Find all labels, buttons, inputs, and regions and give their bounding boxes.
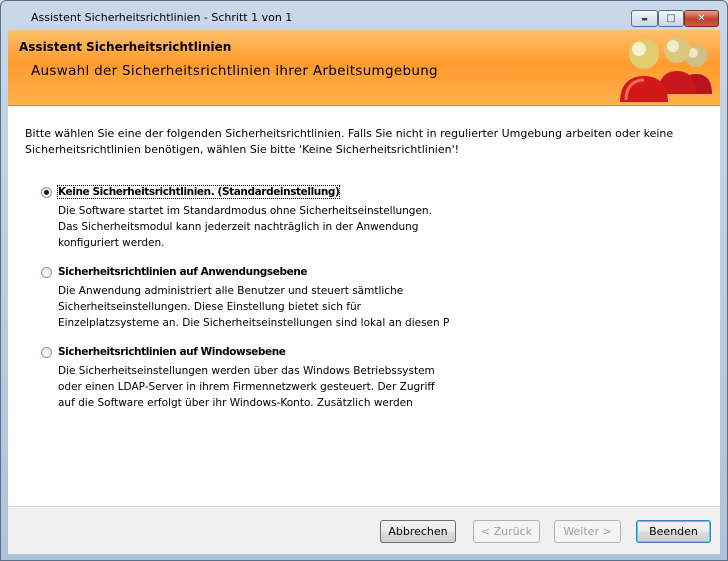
wizard-window: Assistent Sicherheitsrichtlinien - Schri… [0,0,728,561]
intro-line: Bitte wählen Sie eine der folgenden Sich… [25,127,674,140]
title-bar[interactable]: Assistent Sicherheitsrichtlinien - Schri… [1,1,727,31]
close-icon: ✕ [697,13,706,24]
option-application-description: Die Anwendung administriert alle Benutze… [58,283,478,331]
description-line: auf die Software erfolgt über ihr Window… [58,397,413,409]
wizard-header: Assistent Sicherheitsrichtlinien Auswahl… [8,30,720,106]
minimize-button[interactable]: ▬ [631,10,658,27]
maximize-icon: □ [666,13,676,24]
close-button[interactable]: ✕ [684,10,719,27]
description-line: Die Software startet im Standardmodus oh… [58,205,432,217]
next-button[interactable]: Weiter > [554,520,621,543]
users-group-icon [620,37,712,102]
option-windows-description: Die Sicherheitseinstellungen werden über… [58,363,478,411]
wizard-content: Bitte wählen Sie eine der folgenden Sich… [8,106,720,506]
description-line: Sicherheitseinstellungen. Diese Einstell… [58,301,361,313]
option-application-label[interactable]: Sicherheitsrichtlinien auf Anwendungsebe… [58,266,308,278]
finish-button[interactable]: Beenden [636,520,711,543]
description-line: Einzelplatzsysteme an. Die Sicherheitsei… [58,317,450,329]
option-windows-label[interactable]: Sicherheitsrichtlinien auf Windowsebene [58,346,286,358]
cancel-button[interactable]: Abbrechen [380,520,456,543]
intro-text: Bitte wählen Sie eine der folgenden Sich… [25,126,705,158]
description-line: oder einen LDAP-Server in ihrem Firmenne… [58,381,435,393]
header-subtitle: Auswahl der Sicherheitsrichtlinien ihrer… [31,63,438,79]
button-bar: Abbrechen < Zurück Weiter > Beenden [8,506,720,554]
radio-none[interactable] [41,187,52,198]
option-none-label[interactable]: Keine Sicherheitsrichtlinien. (Standarde… [56,185,341,199]
option-none-description: Die Software startet im Standardmodus oh… [58,203,478,251]
maximize-button[interactable]: □ [658,10,684,27]
window-title: Assistent Sicherheitsrichtlinien - Schri… [31,11,293,24]
description-line: Das Sicherheitsmodul kann jederzeit nach… [58,221,419,233]
intro-line: Sicherheitsrichtlinien benötigen, wählen… [25,143,460,156]
radio-windows[interactable] [41,347,52,358]
radio-application[interactable] [41,267,52,278]
description-line: Die Sicherheitseinstellungen werden über… [58,365,435,377]
header-title: Assistent Sicherheitsrichtlinien [19,40,232,54]
back-button[interactable]: < Zurück [473,520,540,543]
minimize-icon: ▬ [641,15,648,23]
description-line: konfiguriert werden. [58,237,165,249]
description-line: Die Anwendung administriert alle Benutze… [58,285,404,297]
